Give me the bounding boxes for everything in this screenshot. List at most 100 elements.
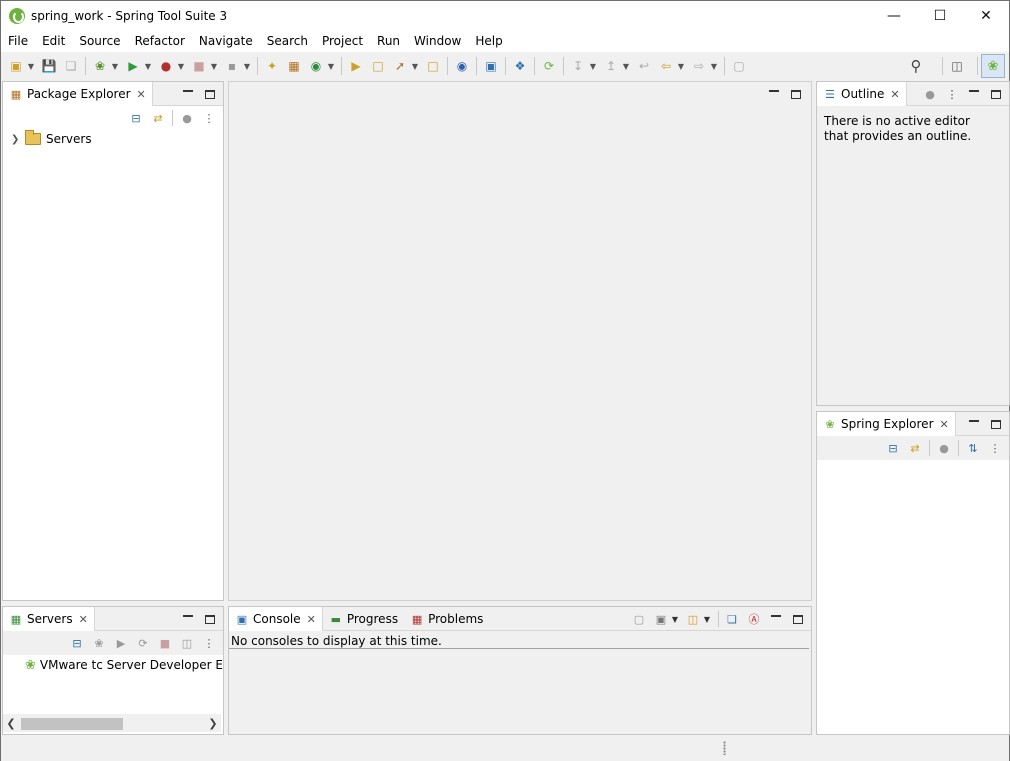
new-dropdown-icon[interactable]: ▼ — [26, 57, 36, 75]
stop-server-icon[interactable]: ■ — [157, 635, 173, 651]
search-icon[interactable]: ⚲ — [907, 57, 925, 75]
resize-grip-icon[interactable] — [723, 741, 726, 755]
debug-icon[interactable]: ❀ — [91, 57, 109, 75]
publish-icon[interactable]: ◫ — [179, 635, 195, 651]
minimize-icon[interactable] — [767, 610, 785, 628]
menu-run[interactable]: Run — [370, 31, 407, 52]
new-class-icon[interactable]: ◉ — [307, 57, 325, 75]
save-icon[interactable]: 💾 — [40, 57, 58, 75]
scroll-left-icon[interactable]: ❮ — [3, 717, 19, 730]
collapse-all-icon[interactable]: ⊟ — [128, 110, 144, 126]
maximize-icon[interactable] — [201, 85, 219, 103]
previous-annotation-icon[interactable]: ↥ — [602, 57, 620, 75]
external-tools-icon[interactable]: ● — [157, 57, 175, 75]
filter-icon[interactable]: ● — [921, 85, 939, 103]
back-icon[interactable]: ⇦ — [657, 57, 675, 75]
tab-problems[interactable]: ▦ Problems — [404, 607, 489, 631]
close-tab-icon[interactable]: ✕ — [79, 613, 88, 626]
link-with-editor-icon[interactable]: ⇄ — [907, 440, 923, 456]
tab-console[interactable]: ▣ Console ✕ — [229, 607, 323, 631]
maximize-icon[interactable] — [787, 85, 805, 103]
minimize-icon[interactable] — [179, 610, 197, 628]
view-menu-icon[interactable]: ⋮ — [201, 635, 217, 651]
profile-server-icon[interactable]: ⟳ — [135, 635, 151, 651]
open-console-icon[interactable]: ◫ — [684, 610, 702, 628]
scroll-right-icon[interactable]: ❯ — [205, 717, 221, 730]
menu-project[interactable]: Project — [315, 31, 370, 52]
run-dropdown-icon[interactable]: ▼ — [143, 57, 153, 75]
minimize-icon[interactable] — [965, 415, 983, 433]
pin-console-icon[interactable]: ▢ — [630, 610, 648, 628]
menu-window[interactable]: Window — [407, 31, 468, 52]
tab-package-explorer[interactable]: ▦ Package Explorer ✕ — [3, 82, 153, 106]
maximize-icon[interactable] — [789, 610, 807, 628]
menu-help[interactable]: Help — [468, 31, 509, 52]
filter-icon[interactable]: ● — [179, 110, 195, 126]
display-console-dropdown-icon[interactable]: ▼ — [670, 610, 680, 628]
menu-edit[interactable]: Edit — [35, 31, 72, 52]
open-resource-icon[interactable]: □ — [424, 57, 442, 75]
menu-source[interactable]: Source — [72, 31, 127, 52]
view-menu-icon[interactable]: ⋮ — [943, 85, 961, 103]
tab-spring-explorer[interactable]: ❀ Spring Explorer ✕ — [817, 412, 956, 436]
scroll-lock-icon[interactable]: Ⓐ — [745, 610, 763, 628]
menu-navigate[interactable]: Navigate — [192, 31, 260, 52]
debug-server-icon[interactable]: ❀ — [91, 635, 107, 651]
next-annotation-dropdown-icon[interactable]: ▼ — [588, 57, 598, 75]
search-pin-icon[interactable]: ❖ — [511, 57, 529, 75]
menu-file[interactable]: File — [1, 31, 35, 52]
new-java-project-icon[interactable]: ✦ — [263, 57, 281, 75]
copy-icon[interactable]: ❏ — [723, 610, 741, 628]
horizontal-scrollbar[interactable]: ❮ ❯ — [3, 714, 221, 732]
previous-annotation-dropdown-icon[interactable]: ▼ — [621, 57, 631, 75]
tree-item[interactable]: ❯ Servers — [11, 130, 92, 148]
web-browser-icon[interactable]: ◉ — [453, 57, 471, 75]
open-console-dropdown-icon[interactable]: ▼ — [702, 610, 712, 628]
sort-alphabetically-icon[interactable]: ⇅ — [965, 440, 981, 456]
next-annotation-icon[interactable]: ↧ — [569, 57, 587, 75]
close-tab-icon[interactable]: ✕ — [307, 613, 316, 626]
scroll-track[interactable] — [19, 716, 205, 730]
scroll-thumb[interactable] — [21, 718, 123, 730]
display-console-icon[interactable]: ▣ — [652, 610, 670, 628]
minimize-icon[interactable] — [965, 85, 983, 103]
spring-dashboard-icon[interactable]: ⟳ — [540, 57, 558, 75]
close-tab-icon[interactable]: ✕ — [137, 88, 146, 101]
list-item[interactable]: ❀ VMware tc Server Developer Edit — [25, 656, 223, 674]
new-class-dropdown-icon[interactable]: ▼ — [326, 57, 336, 75]
tab-outline[interactable]: ☰ Outline ✕ — [817, 82, 907, 106]
dashboard-icon[interactable]: ▣ — [482, 57, 500, 75]
pin-editor-icon[interactable]: ▢ — [730, 57, 748, 75]
new-icon[interactable]: ▣ — [7, 57, 25, 75]
chevron-right-icon[interactable]: ❯ — [11, 134, 21, 145]
maximize-icon[interactable] — [987, 415, 1005, 433]
close-window-button[interactable]: ✕ — [963, 1, 1009, 31]
deploy-icon[interactable]: ▪ — [223, 57, 241, 75]
minimize-icon[interactable] — [179, 85, 197, 103]
spring-perspective-icon[interactable]: ❀ — [981, 54, 1005, 78]
stop-icon[interactable]: ■ — [190, 57, 208, 75]
open-task-icon[interactable]: ➚ — [391, 57, 409, 75]
debug-dropdown-icon[interactable]: ▼ — [110, 57, 120, 75]
collapse-all-icon[interactable]: ⊟ — [69, 635, 85, 651]
close-tab-icon[interactable]: ✕ — [940, 418, 949, 431]
start-server-icon[interactable]: ▶ — [113, 635, 129, 651]
tab-servers[interactable]: ▦ Servers ✕ — [3, 607, 95, 631]
maximize-icon[interactable] — [201, 610, 219, 628]
close-tab-icon[interactable]: ✕ — [890, 88, 899, 101]
open-perspective-icon[interactable]: ◫ — [948, 57, 966, 75]
run-icon[interactable]: ▶ — [124, 57, 142, 75]
collapse-all-icon[interactable]: ⊟ — [885, 440, 901, 456]
last-edit-location-icon[interactable]: ↩ — [635, 57, 653, 75]
link-with-editor-icon[interactable]: ⇄ — [150, 110, 166, 126]
filter-icon[interactable]: ● — [936, 440, 952, 456]
open-type-icon[interactable]: ▶ — [347, 57, 365, 75]
menu-refactor[interactable]: Refactor — [128, 31, 192, 52]
open-folder-icon[interactable]: □ — [369, 57, 387, 75]
back-dropdown-icon[interactable]: ▼ — [676, 57, 686, 75]
deploy-dropdown-icon[interactable]: ▼ — [242, 57, 252, 75]
menu-search[interactable]: Search — [260, 31, 315, 52]
tab-progress[interactable]: ▬ Progress — [323, 607, 404, 631]
view-menu-icon[interactable]: ⋮ — [987, 440, 1003, 456]
maximize-icon[interactable] — [987, 85, 1005, 103]
